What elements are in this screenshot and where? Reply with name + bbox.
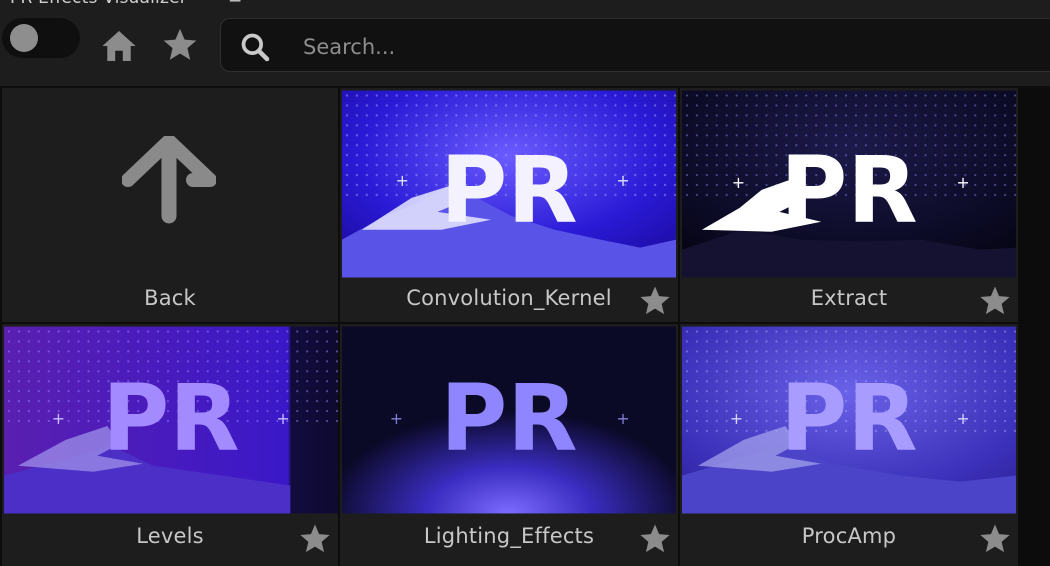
effect-label: ProcAmp (801, 524, 897, 548)
svg-text:+: + (616, 409, 629, 428)
star-icon[interactable] (638, 522, 672, 556)
star-icon[interactable] (638, 284, 672, 318)
star-icon[interactable] (978, 522, 1012, 556)
window-title: PR Effects Visualizer (10, 0, 187, 8)
svg-text:+: + (396, 171, 409, 190)
toggle-knob (10, 24, 38, 52)
toolbar (0, 10, 1050, 84)
thumb-logo-text: PR (780, 365, 917, 472)
effect-tile-levels[interactable]: PR + + Levels (2, 324, 338, 566)
svg-text:+: + (956, 173, 969, 192)
back-tile[interactable]: Back (2, 88, 338, 322)
effect-thumbnail: PR + + (342, 326, 676, 514)
svg-text:+: + (390, 409, 403, 428)
menu-icon[interactable]: ≡ (228, 0, 242, 8)
mode-toggle[interactable] (2, 18, 80, 58)
svg-text:+: + (616, 171, 629, 190)
effect-thumbnail: PR + + (682, 326, 1016, 514)
title-bar: PR Effects Visualizer ≡ (0, 0, 1050, 10)
back-label: Back (144, 286, 196, 310)
svg-text:+: + (52, 409, 65, 428)
thumb-logo-text: PR (440, 365, 577, 472)
effect-label: Extract (810, 286, 888, 310)
star-icon[interactable] (298, 522, 332, 556)
star-icon[interactable] (978, 284, 1012, 318)
effect-thumbnail: PR + + (682, 90, 1016, 278)
effect-tile-procamp[interactable]: PR + + ProcAmp (680, 324, 1018, 566)
search-input[interactable] (301, 29, 1005, 65)
effect-tile-lighting-effects[interactable]: PR + + Lighting_Effects (340, 324, 678, 566)
effect-thumbnail: PR + + (342, 90, 676, 278)
effect-thumbnail: PR + + (4, 326, 338, 514)
home-icon[interactable] (100, 27, 138, 65)
star-icon[interactable] (161, 26, 199, 64)
effects-grid: Back PR + + Convolution_Kernel PR + + Ex… (0, 86, 1050, 566)
effect-tile-extract[interactable]: PR + + Extract (680, 88, 1018, 322)
svg-text:+: + (956, 409, 969, 428)
search-icon (239, 31, 271, 63)
effect-label: Levels (136, 524, 204, 548)
effect-label: Convolution_Kernel (406, 286, 612, 310)
svg-text:+: + (276, 409, 289, 428)
thumb-logo-text: PR (102, 365, 239, 472)
svg-text:+: + (730, 409, 743, 428)
arrow-up-icon (122, 136, 216, 224)
effect-label: Lighting_Effects (423, 524, 595, 548)
thumb-logo-text: PR (440, 137, 577, 244)
thumb-logo-text: PR (780, 137, 917, 244)
effect-tile-convolution-kernel[interactable]: PR + + Convolution_Kernel (340, 88, 678, 322)
svg-text:+: + (732, 173, 745, 192)
search-bar[interactable] (220, 18, 1050, 72)
